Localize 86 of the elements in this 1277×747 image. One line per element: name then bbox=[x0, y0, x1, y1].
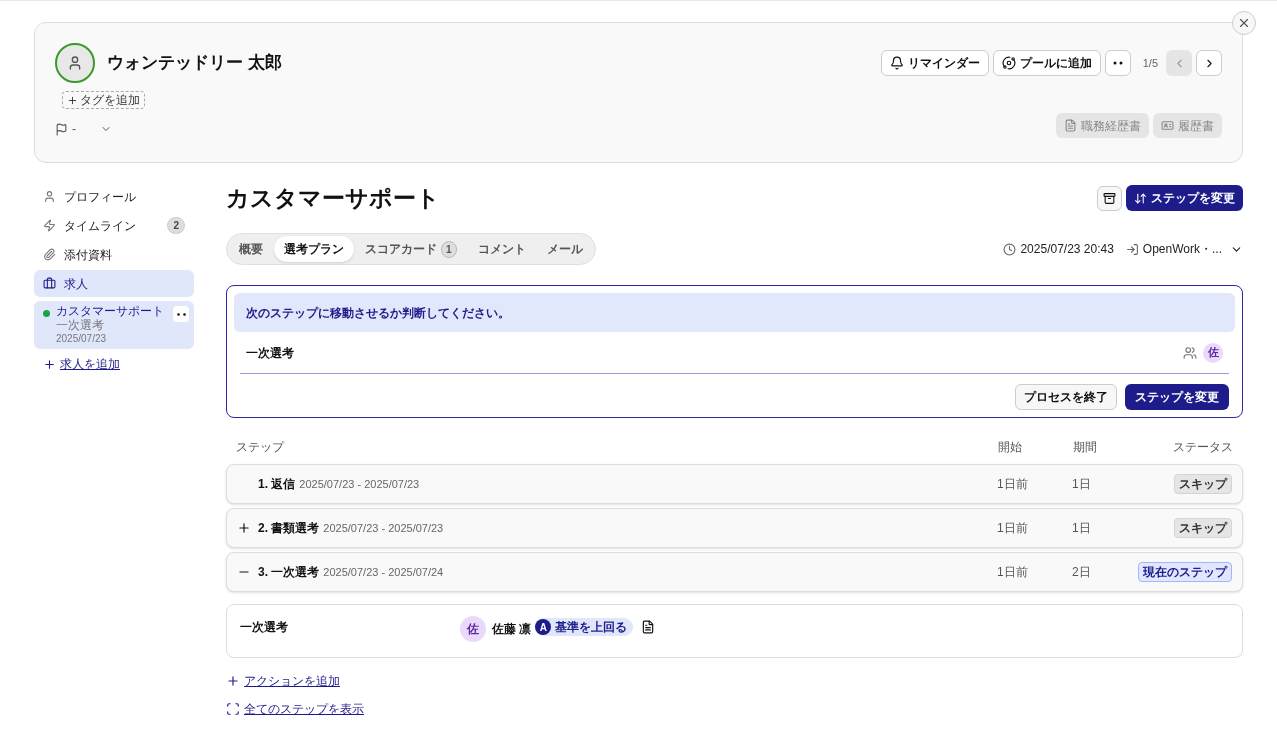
document-icon[interactable] bbox=[641, 620, 656, 634]
job-entry[interactable]: カスタマーサポート 一次選考 2025/07/23 bbox=[34, 301, 194, 349]
tab[interactable]: スコアカード 1 bbox=[355, 236, 467, 262]
status-badge: スキップ bbox=[1174, 474, 1232, 494]
add-tag-button[interactable]: タグを追加 bbox=[62, 91, 145, 109]
sidebar-item[interactable]: 添付資料 bbox=[34, 241, 194, 268]
clock-icon bbox=[1003, 242, 1017, 256]
tab[interactable]: 選考プラン bbox=[274, 236, 354, 262]
more-button[interactable] bbox=[173, 306, 189, 322]
notice-message: 次のステップに移動させるか判断してください。 bbox=[246, 304, 510, 322]
arrow-in-icon bbox=[1125, 242, 1139, 256]
step-title: 1. 返信 bbox=[258, 476, 296, 493]
column-header: 期間 bbox=[1073, 440, 1097, 454]
tab[interactable]: コメント bbox=[467, 236, 536, 262]
column-header: 開始 bbox=[998, 440, 1022, 454]
add-job-link[interactable]: 求人を追加 bbox=[34, 355, 129, 373]
plus-icon bbox=[226, 674, 240, 688]
swap-arrows-icon bbox=[1134, 191, 1147, 205]
toolbar-button[interactable]: プールに追加 bbox=[992, 50, 1101, 76]
person-icon bbox=[43, 190, 56, 203]
status-badge: 現在のステップ bbox=[1138, 562, 1232, 582]
close-icon bbox=[1237, 16, 1251, 30]
more-icon bbox=[1112, 61, 1123, 65]
plus-icon[interactable] bbox=[237, 521, 251, 535]
step-dates: 2025/07/23 - 2025/07/24 bbox=[323, 564, 445, 580]
person-icon bbox=[67, 55, 83, 71]
scan-frame-icon bbox=[226, 702, 240, 716]
duration-cell-text: 2日 bbox=[1072, 564, 1092, 581]
more-icon bbox=[176, 312, 186, 316]
sidebar-item[interactable]: プロフィール bbox=[34, 183, 194, 210]
sidebar-item[interactable]: 求人 bbox=[34, 270, 194, 297]
id-card-icon bbox=[1161, 119, 1174, 132]
add-action-link[interactable]: アクションを追加 bbox=[226, 672, 340, 690]
evaluator-avatar: 佐 bbox=[460, 616, 486, 642]
job-step: 一次選考 bbox=[56, 318, 167, 332]
step-row[interactable]: 2. 書類選考 2025/07/23 - 2025/07/23 1日前 1日 スキップ bbox=[226, 508, 1243, 548]
step-title: 3. 一次選考 bbox=[258, 564, 320, 581]
count-badge: 1 bbox=[441, 240, 457, 258]
paperclip-icon bbox=[43, 248, 56, 261]
step-row[interactable]: 1. 返信 2025/07/23 - 2025/07/23 1日前 1日 スキップ bbox=[226, 464, 1243, 504]
start-cell-text: 1日前 bbox=[997, 520, 1029, 537]
briefcase-icon bbox=[43, 277, 56, 290]
start-cell-text: 1日前 bbox=[997, 564, 1029, 581]
plus-icon bbox=[43, 357, 56, 371]
show-all-steps-link[interactable]: 全てのステップを表示 bbox=[226, 700, 364, 718]
orbit-icon bbox=[1001, 56, 1016, 70]
status-badge: スキップ bbox=[1174, 518, 1232, 538]
step-name: 一次選考 bbox=[240, 619, 289, 636]
column-header: ステータス bbox=[1173, 439, 1233, 456]
source-dropdown[interactable]: OpenWork・... bbox=[1142, 240, 1243, 258]
step-name: 一次選考 bbox=[246, 344, 294, 362]
toolbar-button[interactable]: リマインダー bbox=[880, 50, 989, 76]
document-icon bbox=[1064, 119, 1077, 132]
flag-dropdown[interactable]: - bbox=[55, 120, 112, 138]
bell-icon bbox=[889, 56, 904, 70]
plus-icon bbox=[67, 94, 78, 106]
column-header: ステップ bbox=[236, 440, 284, 454]
start-cell-text: 1日前 bbox=[997, 476, 1029, 493]
job-title: カスタマーサポート bbox=[56, 304, 165, 318]
lightning-icon bbox=[43, 219, 56, 232]
step-title: 2. 書類選考 bbox=[258, 520, 320, 537]
timestamp: 2025/07/23 20:43 bbox=[1020, 241, 1114, 258]
page-title: カスタマーサポート bbox=[226, 183, 440, 213]
tab[interactable]: メール bbox=[536, 236, 593, 262]
archive-icon bbox=[1103, 191, 1116, 205]
job-date: 2025/07/23 bbox=[56, 332, 108, 346]
flag-icon bbox=[55, 122, 68, 136]
close-button[interactable] bbox=[1232, 11, 1256, 35]
assignee-avatar: 佐 bbox=[1203, 342, 1223, 363]
step-row[interactable]: 3. 一次選考 2025/07/23 - 2025/07/24 1日前 2日 現在のステップ bbox=[226, 552, 1243, 592]
change-step-button[interactable]: ステップを変更 bbox=[1126, 185, 1243, 211]
count-badge: 2 bbox=[167, 217, 185, 234]
tab[interactable]: 概要 bbox=[229, 236, 273, 262]
step-dates: 2025/07/23 - 2025/07/23 bbox=[299, 476, 421, 492]
end-process-button[interactable]: プロセスを終了 bbox=[1015, 384, 1117, 410]
evaluator-name: 佐藤 凛 bbox=[492, 621, 532, 638]
candidate-name: ウォンテッドリー 太郎 bbox=[107, 52, 282, 75]
change-step-button[interactable]: ステップを変更 bbox=[1125, 384, 1229, 410]
step-dates: 2025/07/23 - 2025/07/23 bbox=[323, 520, 445, 536]
grade-badge: A 基準を上回る bbox=[535, 618, 634, 636]
pager-count: 1/5 bbox=[1142, 55, 1158, 71]
duration-cell-text: 1日 bbox=[1072, 520, 1092, 537]
sidebar-item[interactable]: タイムライン 2 bbox=[34, 212, 194, 239]
duration-cell-text: 1日 bbox=[1072, 476, 1092, 493]
archive-button[interactable] bbox=[1097, 185, 1122, 211]
people-icon bbox=[1183, 345, 1197, 360]
